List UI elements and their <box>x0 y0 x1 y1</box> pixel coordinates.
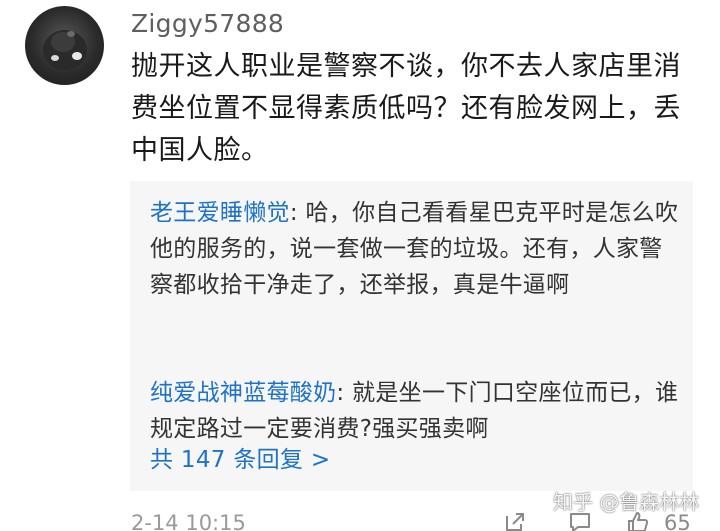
avatar[interactable] <box>25 6 104 85</box>
comment-timestamp: 2-14 10:15 <box>131 511 246 531</box>
comment-text: 抛开这人职业是警察不谈，你不去人家店里消费坐位置不显得素质低吗？还有脸发网上，丢… <box>131 51 681 166</box>
comment-page: Ziggy57888 抛开这人职业是警察不谈，你不去人家店里消费坐位置不显得素质… <box>0 0 720 531</box>
share-icon[interactable] <box>503 510 527 531</box>
reply-author[interactable]: 老王爱睡懒觉 <box>150 200 290 226</box>
watermark: 知乎 @鲁森林林 <box>553 490 700 514</box>
avatar-cat-image <box>43 30 87 70</box>
reply-separator: : <box>289 200 306 226</box>
reply-item: 老王爱睡懒觉: 哈，你自己看看星巴克平时是怎么吹他的服务的，说一套做一套的垃圾。… <box>150 195 680 303</box>
reply-item: 纯爱战神蓝莓酸奶: 就是坐一下门口空座位而已，谁规定路过一定要消费?强买强卖啊 <box>150 375 680 447</box>
reply-box: 老王爱睡懒觉: 哈，你自己看看星巴克平时是怎么吹他的服务的，说一套做一套的垃圾。… <box>130 181 693 491</box>
reply-author[interactable]: 纯爱战神蓝莓酸奶 <box>150 380 336 406</box>
reply-separator: : <box>336 380 353 406</box>
comment-username[interactable]: Ziggy57888 <box>131 9 284 39</box>
more-replies-link[interactable]: 共 147 条回复 > <box>150 442 330 478</box>
